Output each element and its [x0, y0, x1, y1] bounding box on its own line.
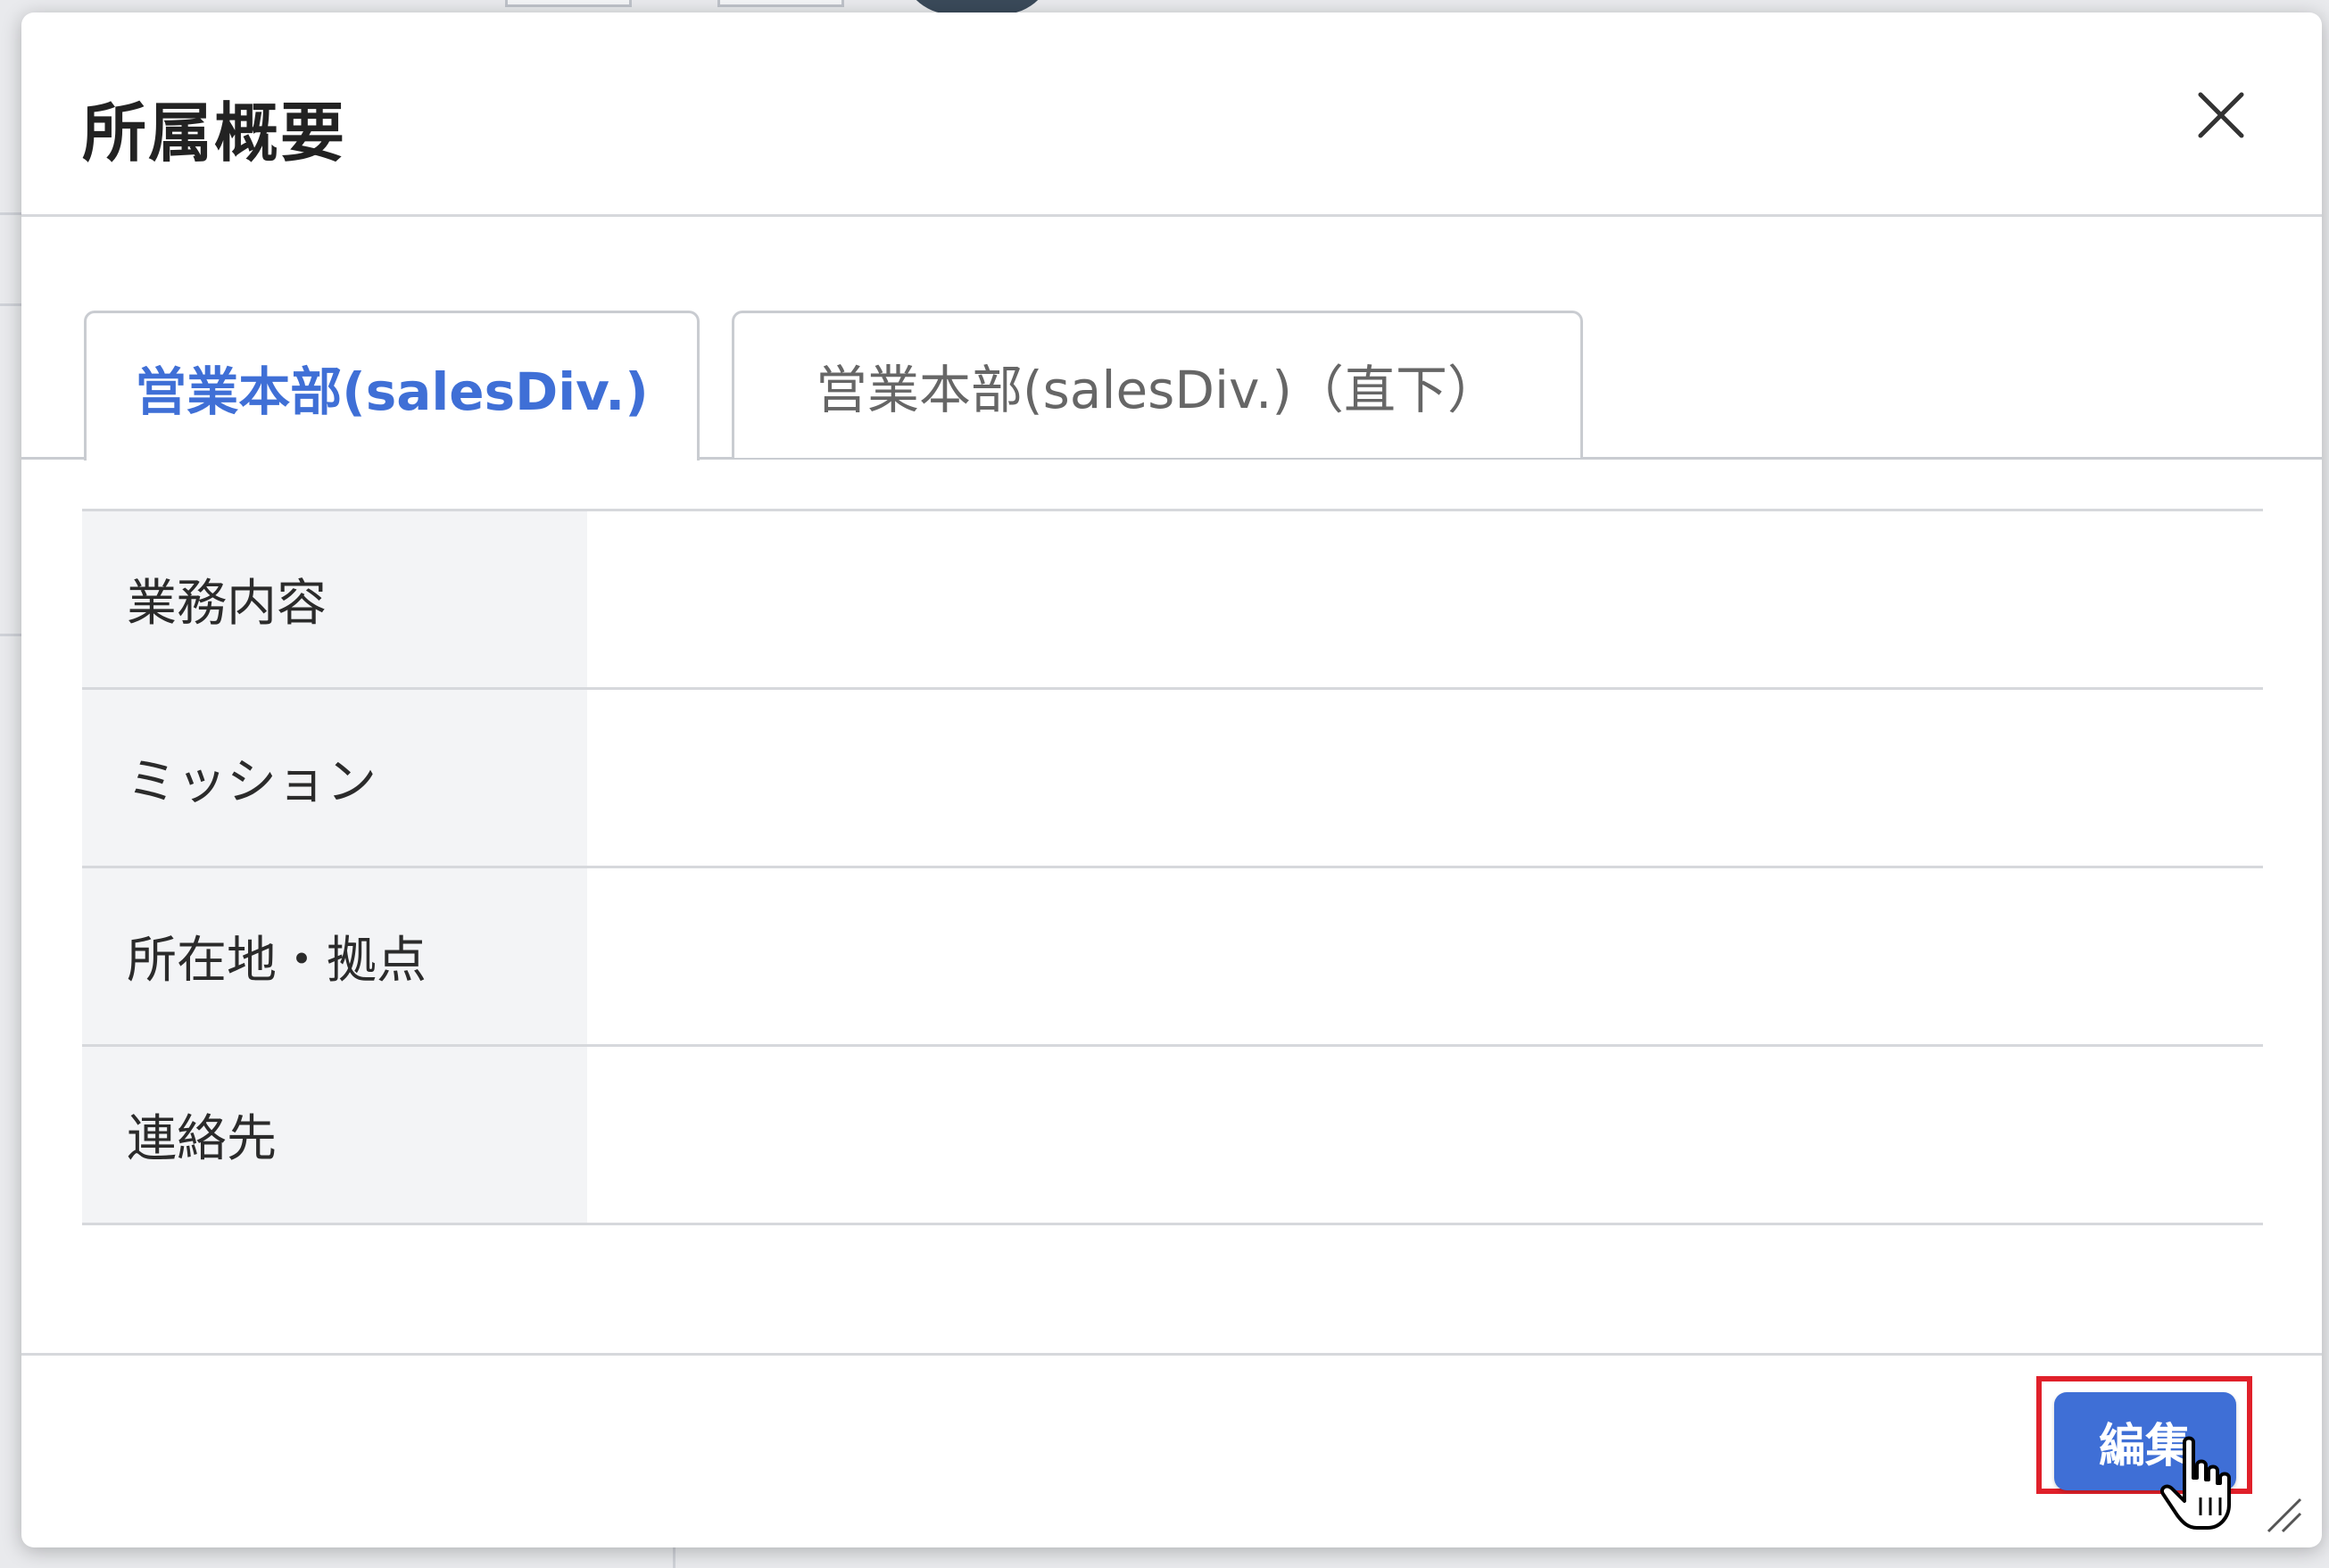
modal-title: 所属概要	[82, 95, 347, 170]
table-row: ミッション	[82, 687, 2263, 868]
resize-grip-icon[interactable]	[2259, 1490, 2304, 1535]
row-label-location: 所在地・拠点	[82, 866, 587, 1047]
row-label-mission: ミッション	[82, 687, 587, 868]
table-row: 連絡先	[82, 1044, 2263, 1225]
hand-cursor-icon	[2160, 1436, 2231, 1530]
org-summary-modal: 所属概要 営業本部(salesDiv.) 営業本部(salesDiv.)（直下）…	[21, 12, 2322, 1547]
row-value-contact	[587, 1044, 2263, 1225]
row-value-business	[587, 509, 2263, 690]
background-divider	[0, 634, 21, 636]
row-label-contact: 連絡先	[82, 1044, 587, 1225]
modal-header: 所属概要	[21, 12, 2322, 217]
modal-footer	[21, 1353, 2322, 1550]
row-value-location	[587, 866, 2263, 1047]
org-info-table: 業務内容 ミッション 所在地・拠点 連絡先	[82, 509, 2263, 1225]
background-divider	[0, 212, 21, 215]
background-divider	[0, 303, 21, 306]
row-value-mission	[587, 687, 2263, 868]
tab-sales-division[interactable]: 営業本部(salesDiv.)	[84, 311, 700, 460]
background-divider	[673, 1547, 675, 1568]
table-row: 業務内容	[82, 509, 2263, 690]
close-icon	[2198, 92, 2244, 138]
tab-sales-division-direct[interactable]: 営業本部(salesDiv.)（直下）	[732, 311, 1583, 458]
table-row: 所在地・拠点	[82, 866, 2263, 1047]
background-box	[717, 0, 844, 7]
close-button[interactable]	[2190, 84, 2252, 146]
tab-bar: 営業本部(salesDiv.) 営業本部(salesDiv.)（直下）	[21, 298, 2322, 460]
row-label-business: 業務内容	[82, 509, 587, 690]
background-box	[505, 0, 632, 7]
